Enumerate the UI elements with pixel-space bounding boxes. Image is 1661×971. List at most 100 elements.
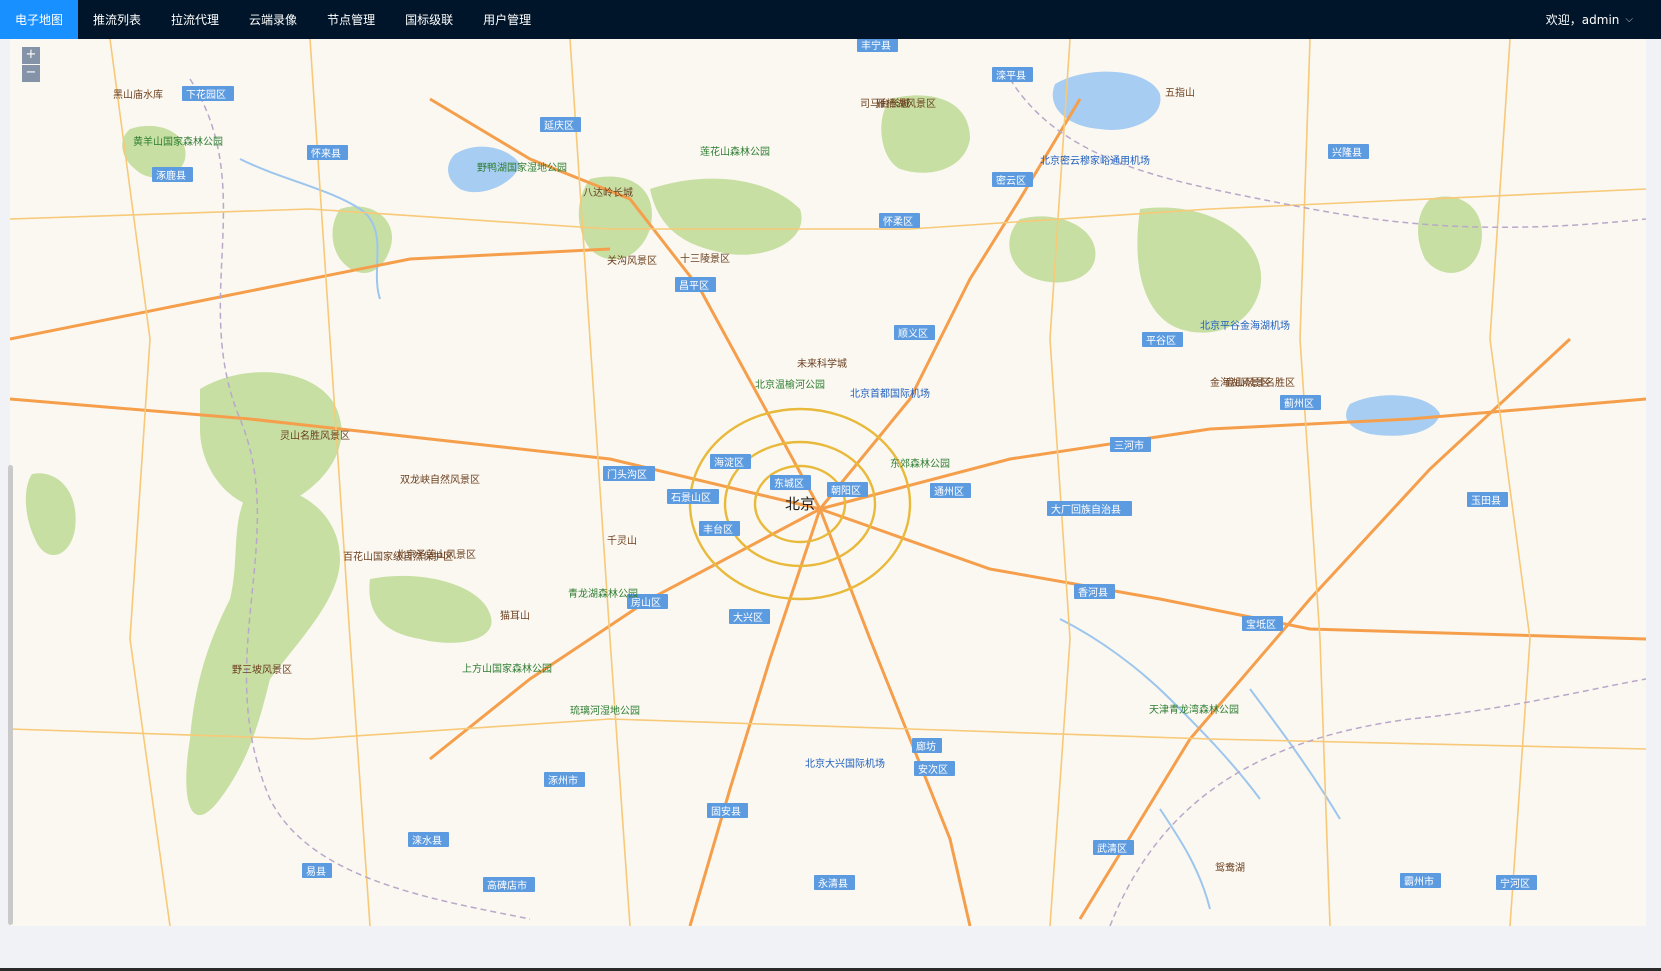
district-label[interactable]: 香河县: [1074, 584, 1115, 599]
district-label[interactable]: 丰台区: [699, 521, 740, 536]
district-label[interactable]: 海淀区: [710, 454, 751, 469]
place-label[interactable]: 野鸭湖国家湿地公园: [477, 161, 567, 174]
svg-text:丰宁县: 丰宁县: [861, 39, 891, 52]
svg-text:滦平县: 滦平县: [996, 69, 1026, 82]
place-label[interactable]: 上方山国家森林公园: [462, 662, 552, 675]
place-label[interactable]: 野三坡风景区: [232, 663, 292, 676]
district-label[interactable]: 安次区: [914, 761, 955, 776]
place-label[interactable]: 天津青龙湾森林公园: [1149, 703, 1239, 716]
district-label[interactable]: 廊坊: [912, 738, 942, 753]
district-label[interactable]: 怀来县: [307, 145, 348, 160]
place-label[interactable]: 北京平谷金海湖机场: [1200, 319, 1290, 332]
menu-item-map[interactable]: 电子地图: [0, 0, 79, 39]
svg-text:涿州市: 涿州市: [548, 774, 578, 787]
district-label[interactable]: 大兴区: [729, 609, 770, 624]
svg-text:怀柔区: 怀柔区: [883, 216, 913, 228]
district-label[interactable]: 霸州市: [1400, 873, 1441, 888]
place-label[interactable]: 五指山: [1165, 86, 1195, 99]
svg-text:大兴区: 大兴区: [733, 611, 763, 624]
district-label[interactable]: 昌平区: [675, 277, 716, 292]
place-label[interactable]: 鸳鸯湖: [1215, 861, 1245, 874]
place-label[interactable]: 黑山庙水库: [113, 88, 163, 101]
district-label[interactable]: 蓟州区: [1280, 395, 1321, 410]
district-label[interactable]: 平谷区: [1142, 332, 1183, 347]
district-label[interactable]: 武清区: [1093, 840, 1134, 855]
district-label[interactable]: 易县: [302, 863, 332, 878]
district-label[interactable]: 高碑店市: [483, 877, 535, 892]
svg-text:延庆区: 延庆区: [544, 119, 574, 132]
menu-item-push-list[interactable]: 推流列表: [78, 0, 156, 39]
district-label[interactable]: 固安县: [707, 803, 748, 818]
district-label[interactable]: 密云区: [992, 172, 1033, 187]
svg-text:门头沟区: 门头沟区: [607, 468, 647, 481]
district-label[interactable]: 朝阳区: [827, 482, 868, 497]
svg-text:固安县: 固安县: [711, 805, 741, 818]
district-label[interactable]: 永清县: [814, 875, 855, 890]
district-label[interactable]: 门头沟区: [603, 466, 655, 481]
place-label[interactable]: 十三陵景区: [680, 252, 730, 265]
place-label[interactable]: 双龙峡自然风景区: [400, 473, 480, 486]
place-label[interactable]: 琉璃河湿地公园: [570, 704, 640, 717]
district-label[interactable]: 涞水县: [408, 832, 449, 847]
district-label[interactable]: 大厂回族自治县: [1047, 501, 1132, 516]
place-label[interactable]: 盘山风景名胜区: [1225, 376, 1295, 389]
district-label[interactable]: 延庆区: [540, 117, 581, 132]
district-label[interactable]: 玉田县: [1467, 492, 1508, 507]
svg-text:宁河区: 宁河区: [1500, 877, 1530, 890]
menu-item-pull-proxy[interactable]: 拉流代理: [156, 0, 234, 39]
place-label[interactable]: 北京密云穆家峪通用机场: [1040, 154, 1150, 167]
svg-text:石景山区: 石景山区: [671, 492, 711, 504]
svg-text:丰台区: 丰台区: [703, 523, 733, 536]
district-label[interactable]: 三河市: [1110, 437, 1151, 452]
place-label[interactable]: 北京首都国际机场: [850, 387, 930, 400]
svg-text:怀来县: 怀来县: [311, 148, 341, 160]
svg-text:香河县: 香河县: [1078, 587, 1108, 599]
svg-text:高碑店市: 高碑店市: [487, 879, 527, 892]
district-label[interactable]: 通州区: [930, 483, 971, 498]
svg-text:武清区: 武清区: [1097, 842, 1127, 855]
place-label[interactable]: 黄羊山国家森林公园: [133, 135, 223, 148]
svg-text:兴隆县: 兴隆县: [1332, 146, 1362, 159]
place-label[interactable]: 猫耳山: [500, 609, 530, 622]
map-canvas[interactable]: 北京 怀柔区 密云区 昌平区 顺义区 平谷区 延庆区 门头沟区 石景山区 海淀区 东城区 丰台区 朝阳…: [10, 39, 1646, 926]
zoom-out-button[interactable]: −: [22, 65, 40, 82]
place-label[interactable]: 北京温榆河公园: [755, 378, 825, 391]
menu-item-user-manage[interactable]: 用户管理: [468, 0, 546, 39]
district-label[interactable]: 东城区: [770, 475, 811, 490]
menu-item-cloud-record[interactable]: 云端录像: [234, 0, 312, 39]
district-label[interactable]: 下花园区: [182, 86, 234, 101]
district-label[interactable]: 涿州市: [544, 772, 585, 787]
district-label[interactable]: 滦平县: [992, 67, 1033, 82]
menu-item-node-manage[interactable]: 节点管理: [312, 0, 390, 39]
district-label[interactable]: 石景山区: [667, 489, 719, 504]
place-label[interactable]: 东郊森林公园: [890, 457, 950, 470]
district-label[interactable]: 顺义区: [894, 325, 935, 340]
place-label[interactable]: 关沟风景区: [607, 254, 657, 267]
zoom-in-button[interactable]: +: [22, 47, 40, 64]
district-label[interactable]: 怀柔区: [879, 213, 920, 228]
place-label[interactable]: 莲花山森林公园: [700, 145, 770, 158]
svg-text:宝坻区: 宝坻区: [1246, 618, 1276, 631]
user-menu[interactable]: 欢迎，admin ⌵: [1546, 0, 1633, 39]
district-label[interactable]: 涿鹿县: [152, 167, 193, 182]
svg-text:玉田县: 玉田县: [1471, 495, 1501, 507]
place-label[interactable]: 北京圣莲山风景区: [396, 548, 476, 561]
map-tiles[interactable]: 北京 怀柔区 密云区昌平区顺义区平谷区 延庆区门头沟区石景山区 海淀区东城区丰台区 朝阳…: [10, 39, 1646, 926]
district-label[interactable]: 丰宁县: [857, 39, 898, 52]
district-label[interactable]: 兴隆县: [1328, 144, 1369, 159]
zoom-control: + −: [22, 47, 40, 82]
place-label[interactable]: 灵山名胜风景区: [280, 429, 350, 442]
district-label[interactable]: 宝坻区: [1242, 616, 1283, 631]
place-label[interactable]: 北京大兴国际机场: [805, 757, 885, 770]
place-label[interactable]: 司马台长城: [860, 97, 910, 110]
svg-text:海淀区: 海淀区: [714, 456, 744, 469]
place-label[interactable]: 青龙湖森林公园: [568, 587, 638, 600]
svg-text:昌平区: 昌平区: [679, 280, 709, 292]
menu-item-cascade[interactable]: 国标级联: [390, 0, 468, 39]
page-scrollbar[interactable]: [8, 465, 13, 925]
place-label[interactable]: 千灵山: [607, 535, 637, 547]
place-label[interactable]: 八达岭长城: [583, 186, 633, 199]
place-label[interactable]: 未来科学城: [797, 357, 847, 370]
svg-text:大厂回族自治县: 大厂回族自治县: [1051, 503, 1121, 516]
district-label[interactable]: 宁河区: [1496, 875, 1537, 890]
